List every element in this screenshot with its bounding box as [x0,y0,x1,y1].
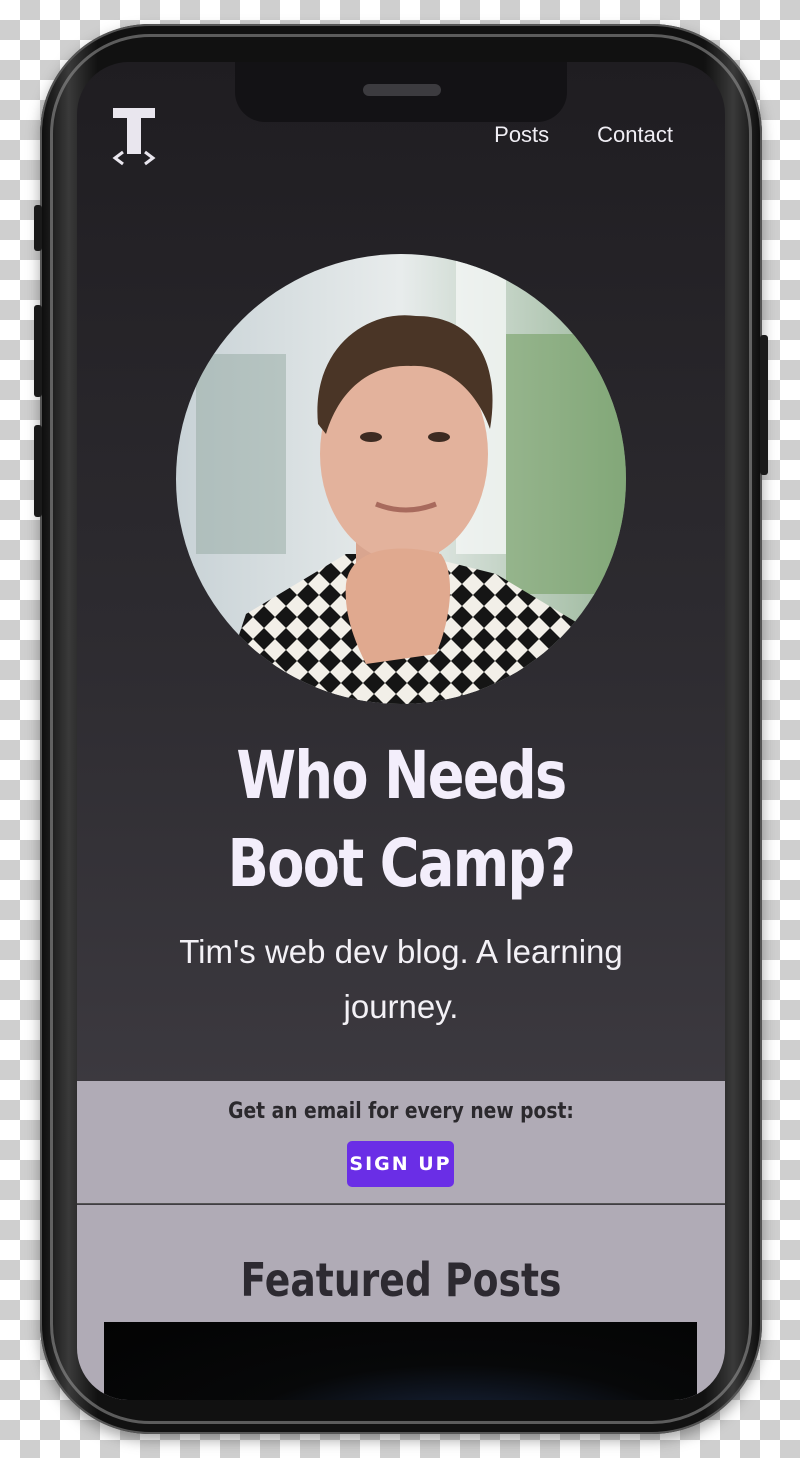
signup-section: Get an email for every new post: SIGN UP [77,1081,725,1204]
profile-photo [176,254,626,704]
signup-prompt: Get an email for every new post: [228,1099,574,1124]
hero-subtitle: Tim's web dev blog. A learning journey. [179,933,623,1025]
logo-icon[interactable] [111,106,157,168]
volume-up-button [34,305,42,397]
featured-section: Featured Posts [77,1205,725,1400]
nav-posts-link[interactable]: Posts [494,122,549,148]
phone-screen: Posts Contact Who Needs Boot Camp? Tim's… [77,62,725,1400]
power-button [760,335,768,475]
volume-down-button [34,425,42,517]
sign-up-button[interactable]: SIGN UP [347,1141,454,1187]
featured-post-card[interactable] [104,1322,697,1400]
notch [235,62,567,122]
hero-title: Who Needs Boot Camp? [227,737,576,902]
speaker-grille [363,84,441,96]
featured-title: Featured Posts [240,1253,562,1307]
main-nav: Posts Contact [494,122,673,148]
nav-contact-link[interactable]: Contact [597,122,673,148]
mute-switch [34,205,42,251]
